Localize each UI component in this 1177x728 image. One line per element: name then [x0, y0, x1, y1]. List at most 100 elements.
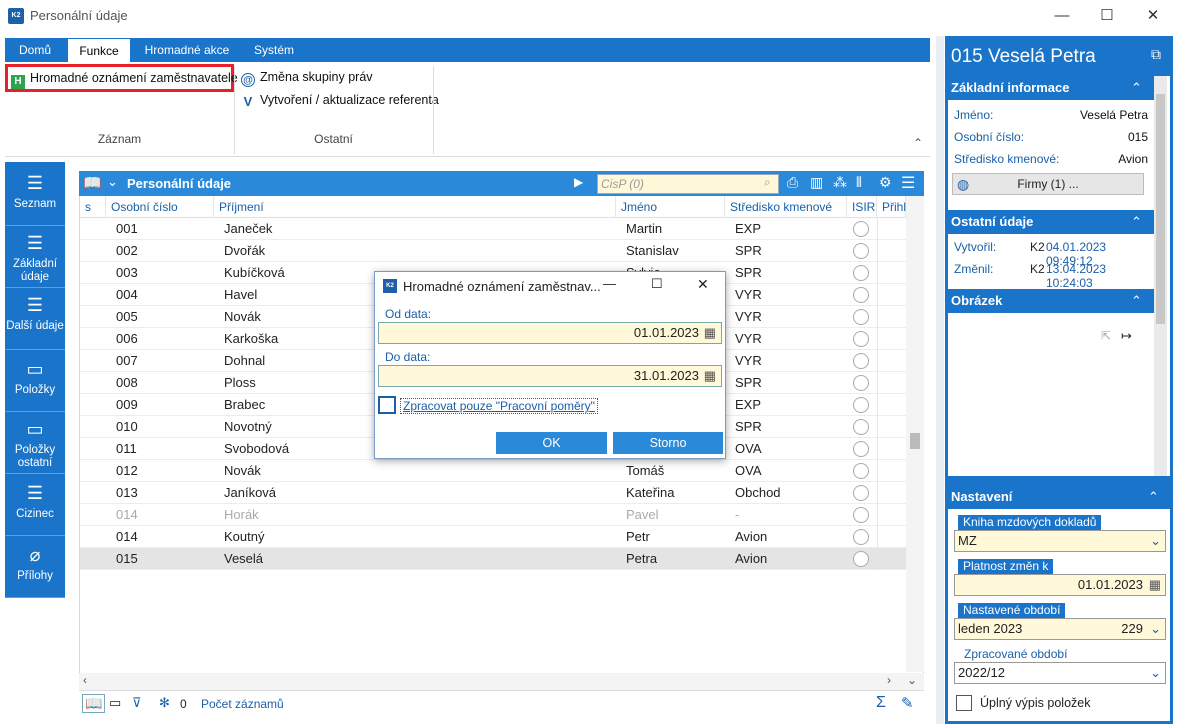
- book-icon[interactable]: 📖: [82, 694, 106, 713]
- isir-radio[interactable]: [853, 529, 869, 545]
- period-select[interactable]: leden 2023 229 ⌄: [954, 618, 1166, 640]
- other-info-header[interactable]: Ostatní údaje: [948, 210, 1154, 234]
- isir-radio[interactable]: [853, 441, 869, 457]
- ok-button[interactable]: OK: [496, 432, 607, 454]
- search-input[interactable]: CisP (0): [597, 174, 779, 194]
- vertical-scrollbar[interactable]: [906, 196, 924, 672]
- collapse-icon[interactable]: ⌃: [1131, 80, 1142, 96]
- nav-cizinec[interactable]: ☰ Cizinec: [5, 474, 65, 536]
- col-isir[interactable]: ISIR: [847, 196, 877, 218]
- col-stredisko[interactable]: Středisko kmenové: [725, 196, 847, 218]
- isir-radio[interactable]: [853, 287, 869, 303]
- table-row[interactable]: 014 Koutný Petr Avion: [80, 526, 906, 548]
- scroll-thumb[interactable]: [910, 433, 920, 449]
- dialog-minimize-button[interactable]: —: [603, 276, 616, 291]
- col-jmeno[interactable]: Jméno: [616, 196, 725, 218]
- col-s[interactable]: s: [80, 196, 106, 218]
- settings-header[interactable]: Nastavení: [948, 485, 1170, 509]
- table-row[interactable]: 012 Novák Tomáš OVA: [80, 460, 906, 482]
- tab-funkce[interactable]: Funkce: [68, 39, 130, 62]
- nav-polozky[interactable]: ▭ Položky: [5, 350, 65, 412]
- filter-icon[interactable]: ⊽: [132, 695, 142, 711]
- scroll-right-icon[interactable]: ›: [887, 673, 891, 687]
- to-date-field[interactable]: 31.01.2023 ▦: [378, 365, 722, 387]
- isir-radio[interactable]: [853, 419, 869, 435]
- splitter[interactable]: [936, 36, 944, 724]
- firms-button[interactable]: ◍ Firmy (1) ...: [952, 173, 1144, 195]
- scroll-down-icon[interactable]: ⌄: [907, 673, 917, 687]
- tree-icon[interactable]: ⁂: [833, 174, 847, 191]
- panel-scrollbar[interactable]: [1154, 76, 1167, 476]
- menu-icon[interactable]: ☰: [901, 173, 915, 193]
- col-osobni-cislo[interactable]: Osobní číslo: [106, 196, 214, 218]
- tab-system[interactable]: Systém: [245, 38, 303, 62]
- collapse-icon[interactable]: ⌃: [1148, 489, 1159, 505]
- image-header[interactable]: Obrázek: [948, 289, 1154, 313]
- chevron-down-icon[interactable]: ⌄: [107, 174, 118, 190]
- full-list-checkbox[interactable]: [956, 695, 972, 711]
- vytvoreni-referenta-button[interactable]: V Vytvoření / aktualizace referenta: [241, 89, 439, 111]
- table-row[interactable]: 002 Dvořák Stanislav SPR: [80, 240, 906, 262]
- calendar-icon[interactable]: ▦: [704, 323, 716, 343]
- col-prijmeni[interactable]: Příjmení: [214, 196, 616, 218]
- from-date-field[interactable]: 01.01.2023 ▦: [378, 322, 722, 344]
- edit-icon[interactable]: ✎: [901, 694, 914, 712]
- collapse-icon[interactable]: ⌃: [1131, 293, 1142, 309]
- dropdown-icon[interactable]: ⌄: [1150, 619, 1161, 639]
- isir-radio[interactable]: [853, 243, 869, 259]
- col-prihl[interactable]: Přihl: [877, 196, 906, 218]
- pop-out-icon[interactable]: ⧉: [1151, 46, 1161, 63]
- isir-radio[interactable]: [853, 397, 869, 413]
- nav-polozky-ostatni[interactable]: ▭ Položky ostatní: [5, 412, 65, 474]
- snowflake-icon[interactable]: ✻: [159, 695, 170, 711]
- hromadne-oznameni-button[interactable]: H Hromadné oznámení zaměstnavatele: [11, 67, 238, 89]
- isir-radio[interactable]: [853, 265, 869, 281]
- minimize-button[interactable]: —: [1039, 0, 1085, 32]
- open-icon[interactable]: ⇱: [1101, 329, 1111, 343]
- record-count-label[interactable]: Počet záznamů: [201, 697, 284, 711]
- isir-radio[interactable]: [853, 221, 869, 237]
- table-row[interactable]: 015 Veselá Petra Avion: [80, 548, 906, 570]
- chart-icon[interactable]: ▥: [810, 174, 823, 191]
- nav-prilohy[interactable]: ⌀ Přílohy: [5, 536, 65, 598]
- isir-radio[interactable]: [853, 331, 869, 347]
- dialog-maximize-button[interactable]: ☐: [651, 276, 663, 292]
- book-icon[interactable]: 📖: [83, 174, 102, 192]
- dialog-close-button[interactable]: ✕: [697, 276, 709, 293]
- dropdown-icon[interactable]: ⌄: [1150, 663, 1161, 683]
- isir-radio[interactable]: [853, 485, 869, 501]
- isir-radio[interactable]: [853, 551, 869, 567]
- resize-width-icon[interactable]: ↦: [1121, 328, 1132, 344]
- dropdown-icon[interactable]: ⌄: [1150, 531, 1161, 551]
- tab-hromadne-akce[interactable]: Hromadné akce: [135, 38, 239, 62]
- nav-seznam[interactable]: ☰ Seznam: [5, 162, 65, 226]
- panel-scroll-thumb[interactable]: [1156, 94, 1165, 324]
- maximize-button[interactable]: ☐: [1084, 0, 1130, 32]
- calendar-icon[interactable]: ▦: [1149, 575, 1161, 595]
- horizontal-scrollbar[interactable]: ‹ › ⌄: [79, 673, 924, 690]
- table-row[interactable]: 014 Horák Pavel -: [80, 504, 906, 526]
- collapse-icon[interactable]: ⌃: [1131, 214, 1142, 230]
- isir-radio[interactable]: [853, 507, 869, 523]
- book-select[interactable]: MZ ⌄: [954, 530, 1166, 552]
- table-row[interactable]: 001 Janeček Martin EXP: [80, 218, 906, 240]
- table-row[interactable]: 013 Janíková Kateřina Obchod: [80, 482, 906, 504]
- isir-radio[interactable]: [853, 309, 869, 325]
- pracovni-pomery-checkbox[interactable]: [378, 396, 396, 414]
- search-icon[interactable]: ⌕: [764, 175, 771, 190]
- play-icon[interactable]: ▶: [574, 175, 583, 189]
- isir-radio[interactable]: [853, 353, 869, 369]
- gear-icon[interactable]: ⚙: [879, 174, 892, 191]
- nav-zakladni-udaje[interactable]: ☰ Základní údaje: [5, 226, 65, 288]
- nav-dalsi-udaje[interactable]: ☰ Další údaje: [5, 288, 65, 350]
- pracovni-pomery-label[interactable]: Zpracovat pouze "Pracovní poměry": [400, 398, 598, 414]
- basic-info-header[interactable]: Základní informace: [948, 76, 1154, 100]
- isir-radio[interactable]: [853, 463, 869, 479]
- box-icon[interactable]: ▭: [109, 695, 121, 711]
- storno-button[interactable]: Storno: [613, 432, 723, 454]
- valid-date-field[interactable]: 01.01.2023 ▦: [954, 574, 1166, 596]
- calendar-icon[interactable]: ▦: [704, 366, 716, 386]
- tab-domu[interactable]: Domů: [5, 38, 65, 62]
- isir-radio[interactable]: [853, 375, 869, 391]
- print-icon[interactable]: ⎙: [787, 174, 798, 191]
